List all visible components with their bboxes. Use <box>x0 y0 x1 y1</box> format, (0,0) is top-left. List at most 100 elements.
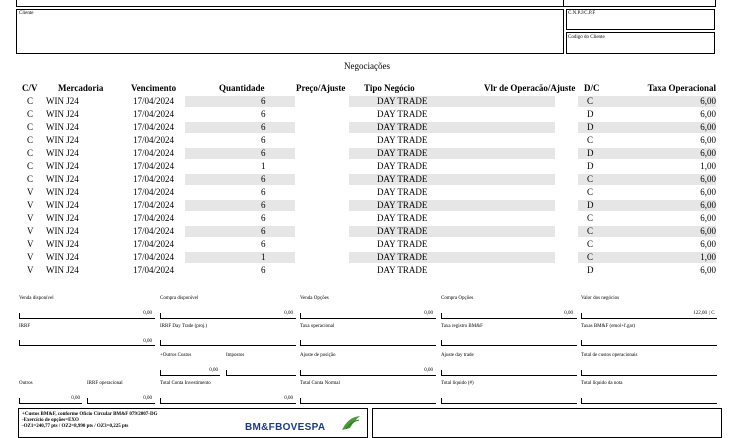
shade-quantidade <box>185 252 295 263</box>
total-conta-normal-label: Total Conta Normal <box>300 381 340 386</box>
bmfbovespa-logo: BM&FBOVESPA <box>245 416 365 435</box>
cell-mercadoria: WIN J24 <box>46 122 79 132</box>
valor-negocios-suffix: | C <box>709 311 715 316</box>
top-right-box <box>564 0 716 7</box>
cell-quantidade: 6 <box>261 265 266 275</box>
shade-quantidade <box>185 148 295 159</box>
cell-mercadoria: WIN J24 <box>46 200 79 210</box>
cell-vencimento: 17/04/2024 <box>133 252 175 262</box>
cell-tipo: DAY TRADE <box>377 187 428 197</box>
cell-quantidade: 6 <box>261 213 266 223</box>
cell-quantidade: 1 <box>261 252 266 262</box>
shade-dc <box>578 96 716 107</box>
cell-vencimento: 17/04/2024 <box>133 187 175 197</box>
cell-quantidade: 6 <box>261 109 266 119</box>
leaf-icon <box>342 416 360 430</box>
taxas-bmf-label: Taxas BM&F (emol+f.gar) <box>581 324 635 329</box>
col-mercadoria: Mercadoria <box>58 83 104 93</box>
cell-cv: C <box>27 148 34 158</box>
cell-cv: V <box>27 265 34 275</box>
cell-mercadoria: WIN J24 <box>46 226 79 236</box>
cell-taxa: 6,00 <box>700 239 716 249</box>
shade-quantidade <box>185 226 295 237</box>
table-row: V WIN J24 17/04/2024 6 DAY TRADE C 6,00 <box>18 225 722 238</box>
cell-taxa: 6,00 <box>700 200 716 210</box>
cell-tipo: DAY TRADE <box>377 252 428 262</box>
table-row: V WIN J24 17/04/2024 6 DAY TRADE C 6,00 <box>18 186 722 199</box>
cell-quantidade: 1 <box>261 161 266 171</box>
codigo-label: Codigo do Cliente <box>568 35 605 40</box>
cliente-box: Cliente <box>16 9 564 54</box>
total-custos-field <box>581 370 717 376</box>
taxa-operacional-field <box>300 340 436 346</box>
cnpj-label: C.N.P.J/C.P.F <box>568 11 596 16</box>
total-liquido-label: Total líquido (#) <box>441 381 474 386</box>
col-vencimento: Vencimento <box>131 83 177 93</box>
cliente-label: Cliente <box>19 11 34 16</box>
cell-dc: D <box>587 122 594 132</box>
irrf-day-trade-value: 0,00 <box>143 339 152 344</box>
col-tipo: Tipo Negócio <box>364 83 415 93</box>
cell-taxa: 1,00 <box>700 161 716 171</box>
venda-disponivel-value: 0,00 <box>143 311 152 316</box>
table-row: C WIN J24 17/04/2024 6 DAY TRADE C 6,00 <box>18 95 722 108</box>
total-custos-label: Total de custos operacionais <box>581 353 638 358</box>
total-liquido-field <box>441 398 577 404</box>
cnpj-box: C.N.P.J/C.P.F <box>566 9 715 30</box>
ajuste-posicao-value: 0,00 <box>424 368 433 373</box>
cell-taxa: 6,00 <box>700 213 716 223</box>
cell-tipo: DAY TRADE <box>377 148 428 158</box>
table-row: V WIN J24 17/04/2024 6 DAY TRADE D 6,00 <box>18 264 722 277</box>
cell-tipo: DAY TRADE <box>377 122 428 132</box>
cell-tipo: DAY TRADE <box>377 200 428 210</box>
cell-dc: C <box>587 135 594 145</box>
cell-tipo: DAY TRADE <box>377 161 428 171</box>
table-row: C WIN J24 17/04/2024 6 DAY TRADE C 6,00 <box>18 134 722 147</box>
cell-vencimento: 17/04/2024 <box>133 161 175 171</box>
ajuste-posicao-label: Ajuste de posição <box>300 353 336 358</box>
cell-dc: C <box>587 252 594 262</box>
top-left-box <box>16 0 564 7</box>
table-row: C WIN J24 17/04/2024 6 DAY TRADE D 6,00 <box>18 121 722 134</box>
col-vlr: Vlr de Operacão/Ajuste <box>484 83 576 93</box>
cell-dc: C <box>587 226 594 236</box>
col-taxa: Taxa Operacional <box>647 83 716 93</box>
col-cv: C/V <box>22 83 38 93</box>
cell-mercadoria: WIN J24 <box>46 161 79 171</box>
section-title: Negociações <box>344 61 390 71</box>
table-row: C WIN J24 17/04/2024 6 DAY TRADE D 6,00 <box>18 108 722 121</box>
cell-vencimento: 17/04/2024 <box>133 239 175 249</box>
shade-dc <box>578 226 716 237</box>
cell-vencimento: 17/04/2024 <box>133 226 175 236</box>
cell-mercadoria: WIN J24 <box>46 187 79 197</box>
cell-vencimento: 17/04/2024 <box>133 265 175 275</box>
cell-tipo: DAY TRADE <box>377 135 428 145</box>
cell-mercadoria: WIN J24 <box>46 213 79 223</box>
col-quantidade: Quantidade <box>219 83 265 93</box>
shade-dc <box>578 200 716 211</box>
impostos-label: Impostos <box>226 353 245 358</box>
venda-opcoes-label: Venda Opções <box>300 296 329 301</box>
col-preco: Preço/Ajuste <box>296 83 346 93</box>
cell-tipo: DAY TRADE <box>377 239 428 249</box>
cell-mercadoria: WIN J24 <box>46 148 79 158</box>
taxa-registro-label: Taxa registro BM&F <box>441 324 483 329</box>
table-row: V WIN J24 17/04/2024 6 DAY TRADE C 6,00 <box>18 212 722 225</box>
compra-disponivel-value: 0,00 <box>284 311 293 316</box>
cell-mercadoria: WIN J24 <box>46 135 79 145</box>
cell-quantidade: 6 <box>261 96 266 106</box>
table-row: C WIN J24 17/04/2024 6 DAY TRADE D 6,00 <box>18 147 722 160</box>
cell-vencimento: 17/04/2024 <box>133 135 175 145</box>
table-row: V WIN J24 17/04/2024 6 DAY TRADE D 6,00 <box>18 199 722 212</box>
cell-dc: C <box>587 174 594 184</box>
cell-vencimento: 17/04/2024 <box>133 213 175 223</box>
cell-quantidade: 6 <box>261 122 266 132</box>
cell-taxa: 6,00 <box>700 148 716 158</box>
irrf-day-trade-field <box>160 340 296 346</box>
cell-dc: C <box>587 239 594 249</box>
irrf-label: IRRF <box>19 324 31 329</box>
cell-vencimento: 17/04/2024 <box>133 96 175 106</box>
codigo-box: Codigo do Cliente <box>566 32 715 54</box>
shade-dc <box>578 148 716 159</box>
cell-mercadoria: WIN J24 <box>46 109 79 119</box>
